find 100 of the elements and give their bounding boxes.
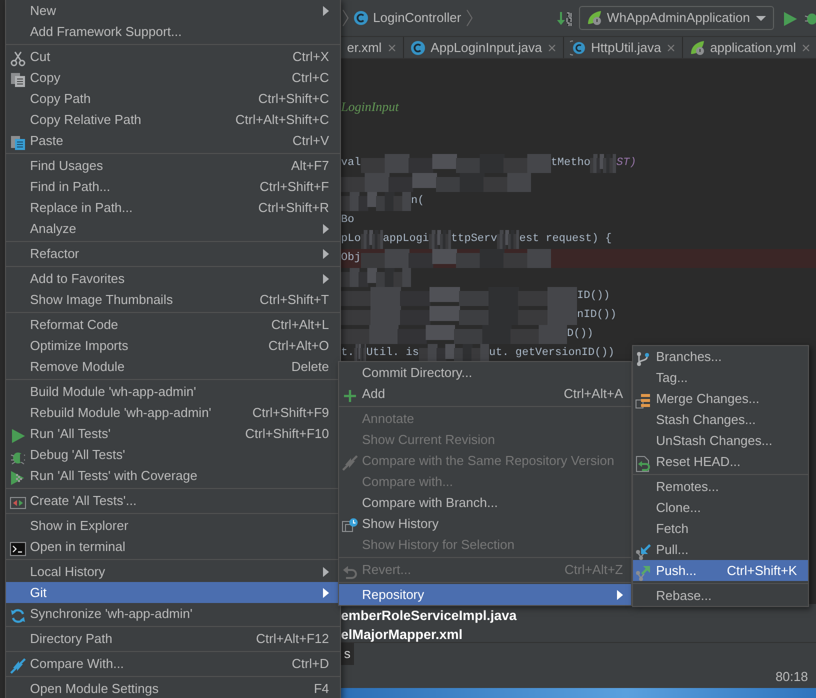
menu-item[interactable]: Fetch [633,518,808,539]
menu-item[interactable]: Commit Directory... [339,362,631,383]
tool-window-tab[interactable]: s [341,643,354,665]
code-text: pLo [341,232,361,248]
menu-item[interactable]: Copy Ctrl+C [6,67,340,88]
code-text: ut. getVersionID()) [489,346,614,362]
menu-item[interactable]: Remotes... [633,476,808,497]
code-text: Bo [341,213,354,228]
shortcut-text: Ctrl+Shift+K [726,562,797,580]
breadcrumb-item[interactable]: LoginController [341,8,474,28]
menu-item[interactable]: Repository [339,584,631,605]
chevron-icon [341,9,349,27]
menu-item[interactable]: Directory Path Ctrl+Alt+F12 [6,628,340,649]
shortcut-text: Ctrl+Shift+R [258,198,329,217]
menu-item[interactable]: Open Module Settings F4 [6,678,340,698]
menu-item[interactable]: Paste Ctrl+V [6,130,340,151]
file-name[interactable]: emberRoleServiceImpl.java [341,606,816,625]
shortcut-text: Ctrl+X [292,48,329,66]
shortcut-text: Ctrl+V [292,132,329,150]
code-text: est request) { [519,232,612,248]
menu-item[interactable]: Analyze [6,218,340,239]
shortcut-text: Ctrl+Alt+A [564,384,623,403]
shortcut-text: Ctrl+Alt+F12 [256,630,329,648]
scissors-icon [10,50,26,67]
file-name[interactable]: elMajorMapper.xml [341,625,816,644]
shortcut-text: Ctrl+Alt+O [268,336,329,355]
reset-icon [635,456,651,472]
menu-item[interactable]: Rebuild Module 'wh-app-admin' Ctrl+Shift+F9 [6,402,340,423]
menu-item[interactable]: Build Module 'wh-app-admin' [6,381,340,402]
menu-item[interactable]: New [6,0,340,21]
shortcut-text: Alt+F7 [291,156,329,175]
cursor-position[interactable]: 80:18 [775,666,808,686]
sort-icon[interactable] [556,10,573,27]
menu-item[interactable]: Compare With... Ctrl+D [6,653,340,674]
menu-item[interactable]: Create 'All Tests'... [6,490,340,511]
menu-item[interactable]: Add Ctrl+Alt+A [339,383,631,404]
code-text: tMetho [550,156,590,172]
menu-item[interactable]: UnStash Changes... [633,430,808,451]
close-icon[interactable] [546,42,557,52]
sync-icon [10,608,26,624]
editor-tab[interactable]: application.yml [683,37,816,58]
shortcut-text: Ctrl+Shift+F [260,178,329,196]
code-text: appLogi [382,232,430,248]
class-icon [353,10,369,26]
menu-item[interactable]: Remove Module Delete [6,356,340,377]
spring-leaf-icon [689,40,706,56]
test-icon [10,494,26,511]
editor-tab[interactable]: AppLoginInput.java [404,37,564,58]
menu-item[interactable]: Add Framework Support... [6,21,340,42]
shortcut-text: Delete [291,358,329,376]
menu-item[interactable]: Reset HEAD... [633,451,808,472]
menu-item[interactable]: Open in terminal [6,536,340,557]
menu-item[interactable]: Push... Ctrl+Shift+K [633,560,808,581]
menu-item[interactable]: Refactor [6,243,340,264]
close-icon[interactable] [666,42,676,52]
chevron-icon [465,9,474,27]
menu-item[interactable]: Optimize Imports Ctrl+Alt+O [6,335,340,356]
shortcut-text: F4 [314,680,329,698]
menu-item[interactable]: Branches... [633,346,808,367]
pixelated-patch [590,154,616,173]
run-config-dropdown[interactable]: WhAppAdminApplication [578,6,774,30]
menu-item[interactable]: Pull... [633,539,808,560]
menu-item[interactable]: Clone... [633,497,808,518]
menu-item[interactable]: Cut Ctrl+X [6,46,340,67]
coverage-icon [10,470,26,486]
code-text: Obj [341,251,361,266]
menu-item[interactable]: Replace in Path... Ctrl+Shift+R [6,197,340,218]
menu-item[interactable]: Rebase... [633,585,808,606]
menu-item[interactable]: Run 'All Tests' with Coverage [6,465,340,486]
menu-item[interactable]: Merge Changes... [633,388,808,409]
menu-item[interactable]: Copy Relative Path Ctrl+Alt+Shift+C [6,109,340,130]
menu-item[interactable]: Show in Explorer [6,515,340,536]
shortcut-text: Ctrl+Shift+F10 [245,424,329,443]
push-icon [635,564,651,581]
code-text: ST) [616,156,636,172]
menu-item[interactable]: Find Usages Alt+F7 [6,155,340,176]
copy-icon [10,72,26,88]
branch-icon [635,350,651,367]
editor-tab[interactable]: HttpUtil.java [564,37,684,58]
plus-icon [342,388,358,404]
menu-item[interactable]: Debug 'All Tests' [6,444,340,465]
run-icon[interactable] [782,10,798,27]
menu-item[interactable]: Synchronize 'wh-app-admin' [6,603,340,624]
menu-item[interactable]: Local History [6,561,340,582]
menu-item[interactable]: Compare with Branch... [339,492,631,513]
shortcut-text: Ctrl+Shift+T [260,290,329,309]
menu-item[interactable]: Reformat Code Ctrl+Alt+L [6,314,340,335]
menu-item[interactable]: Add to Favorites [6,268,340,289]
menu-item[interactable]: Git [6,582,340,603]
compare-icon [342,454,358,471]
menu-item[interactable]: Stash Changes... [633,409,808,430]
close-icon[interactable] [386,42,397,52]
menu-item[interactable]: Copy Path Ctrl+Shift+C [6,88,340,109]
menu-item[interactable]: Find in Path... Ctrl+Shift+F [6,176,340,197]
menu-item[interactable]: Show Image Thumbnails Ctrl+Shift+T [6,289,340,310]
close-icon[interactable] [801,42,812,52]
menu-item[interactable]: Show History [339,513,631,534]
pull-icon [635,544,651,560]
menu-item[interactable]: Run 'All Tests' Ctrl+Shift+F10 [6,423,340,444]
menu-item[interactable]: Tag... [633,367,808,388]
